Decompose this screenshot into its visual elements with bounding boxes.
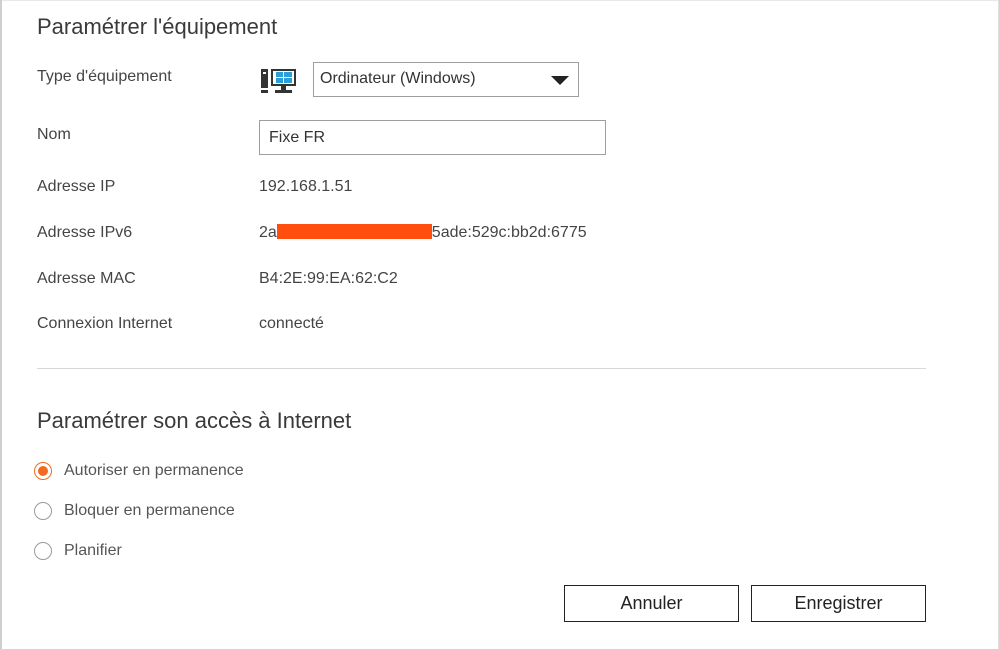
cancel-button[interactable]: Annuler [564, 585, 739, 622]
connection-label: Connexion Internet [37, 315, 173, 332]
save-button[interactable]: Enregistrer [751, 585, 926, 622]
window-top-border [0, 0, 999, 1]
device-type-label: Type d'équipement [37, 68, 172, 85]
connection-value: connecté [259, 315, 324, 332]
radio-label: Bloquer en permanence [64, 502, 235, 519]
name-input[interactable] [259, 120, 606, 155]
access-section-title: Paramétrer son accès à Internet [37, 408, 352, 433]
device-section-title: Paramétrer l'équipement [37, 14, 278, 39]
windows-computer-icon [261, 69, 296, 93]
device-type-select[interactable]: Ordinateur (Windows) [313, 62, 579, 97]
device-type-selected-value: Ordinateur (Windows) [320, 70, 476, 87]
name-label: Nom [37, 126, 71, 143]
radio-label: Autoriser en permanence [64, 462, 244, 479]
window-left-border [0, 0, 2, 649]
ipv6-prefix: 2a [259, 224, 277, 241]
section-divider [37, 368, 926, 369]
radio-button[interactable] [34, 502, 52, 520]
radio-button[interactable] [34, 542, 52, 560]
dropdown-arrow-icon[interactable] [551, 76, 569, 85]
ip-label: Adresse IP [37, 178, 116, 195]
mac-label: Adresse MAC [37, 270, 136, 287]
ipv6-label: Adresse IPv6 [37, 224, 133, 241]
radio-label: Planifier [64, 542, 122, 559]
ipv6-suffix: 5ade:529c:bb2d:6775 [431, 224, 587, 241]
redaction-bar [276, 224, 432, 239]
radio-button[interactable] [34, 462, 52, 480]
ipv6-value: 2a 5ade:529c:bb2d:6775 [259, 224, 587, 242]
ip-value: 192.168.1.51 [259, 178, 353, 195]
mac-value: B4:2E:99:EA:62:C2 [259, 270, 398, 287]
